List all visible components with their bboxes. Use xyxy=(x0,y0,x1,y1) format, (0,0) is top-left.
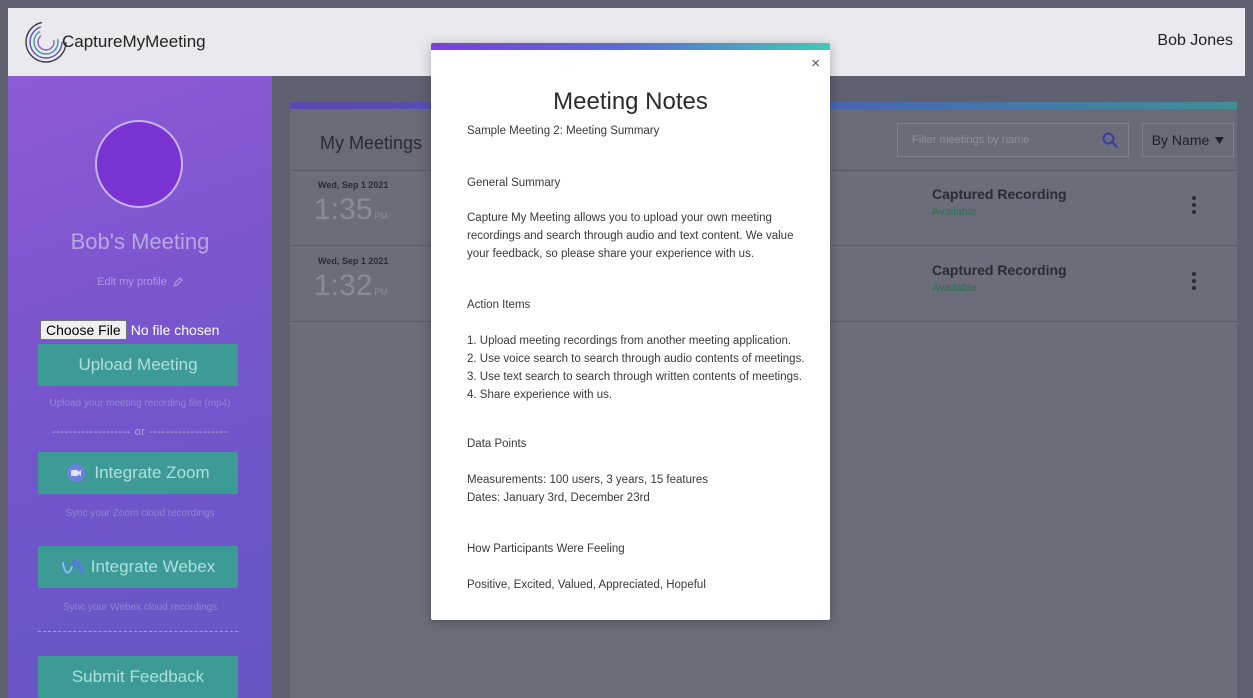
integrate-webex-button[interactable]: Integrate Webex xyxy=(38,546,238,588)
section-heading-action-items: Action Items xyxy=(467,299,531,311)
section-line: Positive, Excited, Valued, Appreciated, … xyxy=(467,579,706,591)
meeting-notes-modal: × Meeting Notes Sample Meeting 2: Meetin… xyxy=(431,43,830,620)
caret-down-icon xyxy=(1215,136,1225,144)
pencil-icon xyxy=(173,277,183,287)
section-line: recordings and search through audio and … xyxy=(467,230,794,242)
choose-file-button[interactable]: Choose File xyxy=(40,320,127,340)
section-line: 2. Use voice search to search through au… xyxy=(467,353,805,365)
file-status: No file chosen xyxy=(130,322,220,338)
meeting-date: Wed, Sep 1 2021 xyxy=(318,256,389,266)
user-menu[interactable]: Bob Jones xyxy=(1157,32,1233,50)
filter-meetings-input[interactable]: Filter meetings by name xyxy=(897,123,1129,157)
upload-meeting-label: Upload Meeting xyxy=(78,355,198,374)
upload-meeting-button[interactable]: Upload Meeting xyxy=(38,344,238,386)
search-icon[interactable] xyxy=(1102,132,1118,148)
avatar[interactable] xyxy=(95,120,183,208)
close-icon[interactable]: × xyxy=(811,56,820,71)
section-line: Dates: January 3rd, December 23rd xyxy=(467,492,650,504)
more-options-icon[interactable] xyxy=(1190,272,1198,290)
meeting-time: 1:35 PM xyxy=(314,193,388,227)
integrate-zoom-button[interactable]: Integrate Zoom xyxy=(38,452,238,494)
section-body-action-items: 1. Upload meeting recordings from anothe… xyxy=(467,332,817,404)
sidebar: Bob's Meeting Edit my profile Choose Fil… xyxy=(8,76,272,698)
webex-icon xyxy=(60,557,83,577)
meeting-time-value: 1:32 xyxy=(314,269,373,302)
profile-name: Bob's Meeting xyxy=(70,229,210,254)
section-heading-participant-feelings: How Participants Were Feeling xyxy=(467,543,625,555)
integrate-zoom-label: Integrate Zoom xyxy=(94,463,210,482)
edit-profile-label: Edit my profile xyxy=(97,276,167,288)
submit-feedback-label: Submit Feedback xyxy=(71,667,205,686)
section-heading-data-points: Data Points xyxy=(467,438,527,450)
zoom-icon xyxy=(66,463,86,483)
page-title: My Meetings xyxy=(320,133,423,153)
sort-select[interactable]: By Name xyxy=(1142,123,1234,157)
recording-status: Available xyxy=(932,206,977,218)
modal-accent-bar xyxy=(431,43,830,50)
meeting-date: Wed, Sep 1 2021 xyxy=(318,180,389,190)
more-options-icon[interactable] xyxy=(1190,196,1198,214)
section-line: Measurements: 100 users, 3 years, 15 fea… xyxy=(467,474,708,486)
modal-subtitle: Sample Meeting 2: Meeting Summary xyxy=(467,125,660,137)
recording-title: Captured Recording xyxy=(932,186,1067,202)
upload-hint: Upload your meeting recording file (mp4) xyxy=(49,398,231,409)
sort-selected-value: By Name xyxy=(1151,132,1210,148)
submit-feedback-button[interactable]: Submit Feedback xyxy=(38,656,238,698)
integrate-webex-label: Integrate Webex xyxy=(90,557,216,576)
recording-title: Captured Recording xyxy=(932,262,1067,278)
meeting-time: 1:32 PM xyxy=(314,269,388,303)
edit-profile-link[interactable]: Edit my profile xyxy=(8,276,272,288)
section-line: 1. Upload meeting recordings from anothe… xyxy=(467,335,792,347)
section-body-general-summary: Capture My Meeting allows you to upload … xyxy=(467,209,817,263)
sidebar-divider xyxy=(38,631,238,632)
zoom-hint: Sync your Zoom cloud recordings xyxy=(65,508,215,519)
meeting-ampm: PM xyxy=(374,287,388,297)
section-line: 4. Share experience with us. xyxy=(467,389,613,401)
section-body-participant-feelings: Positive, Excited, Valued, Appreciated, … xyxy=(467,576,817,594)
section-line: your feedback, so please share your expe… xyxy=(467,248,755,260)
or-divider: ------------------- or -----------------… xyxy=(51,426,229,438)
file-picker: Choose File No file chosen xyxy=(40,320,219,340)
filter-placeholder: Filter meetings by name xyxy=(912,134,1030,146)
webex-hint: Sync your Webex cloud recordings xyxy=(62,602,218,613)
recording-status: Available xyxy=(932,282,977,294)
meeting-ampm: PM xyxy=(374,211,388,221)
modal-title: Meeting Notes xyxy=(553,88,708,115)
section-body-data-points: Measurements: 100 users, 3 years, 15 fea… xyxy=(467,471,817,507)
meeting-time-value: 1:35 xyxy=(314,193,373,226)
app-title[interactable]: CaptureMyMeeting xyxy=(62,32,206,52)
section-heading-general-summary: General Summary xyxy=(467,177,561,189)
section-line: Capture My Meeting allows you to upload … xyxy=(467,212,772,224)
section-line: 3. Use text search to search through wri… xyxy=(467,371,802,383)
